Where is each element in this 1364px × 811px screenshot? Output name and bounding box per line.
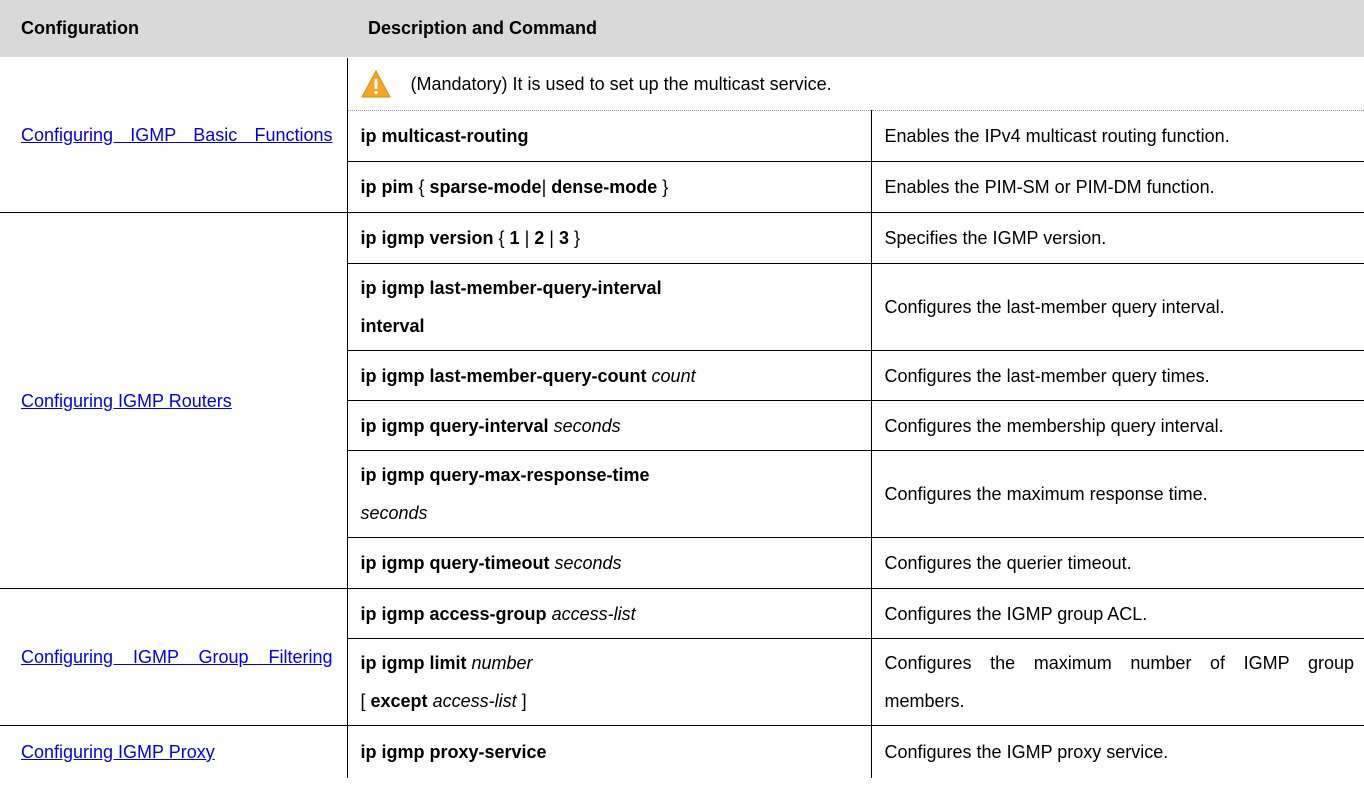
command-separator: | — [544, 228, 559, 248]
table-row: Configuring IGMP Group Filtering ip igmp… — [0, 588, 1364, 726]
command-text: ip igmp query-max-response-time — [360, 465, 650, 485]
command-argument: number — [471, 653, 533, 673]
description-cell: Configures the querier timeout. — [871, 537, 1364, 589]
command-cell: ip igmp query-timeout seconds — [347, 537, 872, 589]
command-brace: } — [657, 177, 669, 197]
command-argument: access-list — [432, 691, 517, 711]
note-text: (Mandatory) It is used to set up the mul… — [410, 74, 832, 94]
description-cell: Enables the PIM-SM or PIM-DM function. — [871, 161, 1364, 213]
command-argument: interval — [360, 316, 425, 336]
command-bracket: [ — [360, 691, 371, 711]
command-cell: ip pim { sparse-mode| dense-mode } — [347, 161, 872, 213]
table-row: Configuring IGMP Routers ip igmp version… — [0, 212, 1364, 589]
command-cell: ip igmp proxy-service — [347, 725, 872, 778]
description-cell: Configures the IGMP proxy service. — [871, 725, 1364, 778]
command-cell: ip igmp limit number [ except access-lis… — [347, 638, 872, 726]
warning-icon — [360, 70, 391, 98]
command-cell: ip igmp query-interval seconds — [347, 400, 872, 451]
command-text: ip igmp last-member-query-interval — [360, 278, 662, 298]
description-cell: Specifies the IGMP version. — [871, 212, 1364, 264]
command-argument: seconds — [554, 553, 622, 573]
table-header-row: Configuration Description and Command — [0, 0, 1364, 58]
configuration-table: Configuration Description and Command Co… — [0, 0, 1364, 778]
config-cell-routers: Configuring IGMP Routers — [0, 212, 348, 589]
command-text: ip igmp query-timeout — [360, 553, 550, 573]
description-cell: Enables the IPv4 multicast routing funct… — [884, 126, 1230, 146]
command-argument: access-list — [551, 603, 636, 624]
description-cell: Configures the maximum number of IGMP gr… — [871, 638, 1364, 726]
command-separator: | — [519, 228, 535, 248]
link-configuring-igmp-proxy[interactable]: Configuring IGMP Proxy — [21, 742, 215, 762]
config-cell-basic: Configuring IGMP Basic Functions — [0, 57, 348, 213]
table-row: Configuring IGMP Basic Functions (Mandat… — [0, 57, 1364, 213]
command-cell: ip igmp query-max-response-time seconds — [347, 450, 872, 538]
command-argument: seconds — [360, 503, 428, 523]
command-text: ip igmp limit — [360, 653, 467, 673]
command-argument: seconds — [553, 415, 621, 436]
config-cell-proxy: Configuring IGMP Proxy — [0, 725, 348, 778]
command-option: 3 — [558, 228, 569, 248]
description-cell: Configures the IGMP group ACL. — [871, 588, 1364, 639]
command-text: ip igmp proxy-service — [360, 741, 547, 762]
command-text: ip igmp query-interval — [360, 415, 549, 436]
link-configuring-igmp-routers[interactable]: Configuring IGMP Routers — [21, 391, 232, 411]
command-text: ip pim — [360, 177, 414, 197]
command-argument: count — [651, 365, 696, 386]
command-separator: | — [541, 177, 552, 197]
description-cell: Configures the last-member query times. — [871, 350, 1364, 401]
command-text: ip igmp access-group — [360, 603, 547, 624]
command-cell: ip multicast-routing — [347, 110, 872, 162]
command-brace: { — [493, 228, 510, 248]
command-brace: } — [568, 228, 580, 248]
command-cell: ip igmp version { 1 | 2 | 3 } — [347, 212, 872, 264]
description-cell: Configures the maximum response time. — [871, 450, 1364, 538]
link-configuring-igmp-group-filtering[interactable]: Configuring IGMP Group Filtering — [21, 647, 333, 667]
config-cell-group-filtering: Configuring IGMP Group Filtering — [0, 588, 348, 726]
description-cell: Configures the last-member query interva… — [871, 263, 1364, 351]
header-configuration: Configuration — [0, 0, 347, 58]
command-option: sparse-mode — [429, 177, 542, 197]
command-cell: ip igmp last-member-query-count count — [347, 350, 872, 401]
description-cell: Configures the membership query interval… — [871, 400, 1364, 451]
command-cell: ip igmp access-group access-list — [347, 588, 872, 639]
command-bracket: ] — [516, 691, 527, 711]
command-brace: { — [413, 177, 430, 197]
mandatory-note: (Mandatory) It is used to set up the mul… — [347, 57, 1364, 111]
link-configuring-igmp-basic-functions[interactable]: Configuring IGMP Basic Functions — [21, 125, 333, 145]
command-text: ip multicast-routing — [360, 126, 529, 146]
command-cell: ip igmp last-member-query-interval interv… — [347, 263, 872, 351]
command-text: ip igmp last-member-query-count — [360, 365, 647, 386]
command-option: dense-mode — [551, 177, 658, 197]
command-text: ip igmp version — [360, 228, 494, 248]
command-option: 1 — [509, 228, 520, 248]
command-option: 2 — [534, 228, 545, 248]
table-row: Configuring IGMP Proxy ip igmp proxy-ser… — [0, 725, 1364, 778]
header-description-command: Description and Command — [347, 0, 1364, 58]
command-keyword: except — [370, 691, 428, 711]
